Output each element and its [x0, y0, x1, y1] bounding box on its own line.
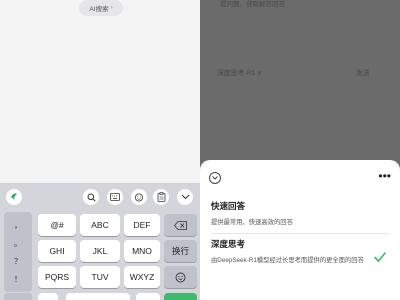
key-abc[interactable]: ABC: [80, 214, 120, 236]
key-pqrs[interactable]: PQRS: [38, 266, 76, 288]
dimmed-input-text: 提问题、获取解答回答: [220, 1, 285, 8]
t9-keyboard: ， 。 ？ ！ @# ABC DEF GHI JKL MNO 换行 PQRS T…: [0, 210, 200, 300]
more-options-icon[interactable]: •••: [378, 170, 391, 182]
mode-bottom-sheet: ••• 快速回答 提供最常用、快速高效的回答 深度思考 由DeepSeek-R1…: [200, 160, 400, 300]
keyboard-icon[interactable]: [107, 189, 123, 205]
key-tuv[interactable]: TUV: [80, 266, 120, 288]
key-mno[interactable]: MNO: [124, 240, 160, 262]
selected-check-icon: [373, 250, 387, 263]
punct-period[interactable]: 。: [14, 238, 22, 249]
punct-comma[interactable]: ，: [14, 220, 22, 231]
option-description: 由DeepSeek-R1模型经过长思考而提供的更全面的回答: [211, 257, 364, 264]
emoji-key[interactable]: [164, 266, 197, 288]
bottom-key-partial[interactable]: [4, 293, 32, 300]
option-fast-answer[interactable]: 快速回答 提供最常用、快速高效的回答: [211, 200, 391, 226]
option-description: 提供最常用、快速高效的回答: [211, 219, 293, 226]
option-title: 快速回答: [211, 201, 246, 211]
key-ghi[interactable]: GHI: [38, 240, 76, 262]
ai-search-label: AI搜索: [89, 6, 109, 13]
bottom-key-partial[interactable]: [38, 293, 58, 300]
punctuation-column[interactable]: ， 。 ？ ！: [4, 212, 32, 292]
punct-question[interactable]: ？: [14, 256, 22, 267]
line-break-key[interactable]: 换行: [164, 240, 197, 262]
space-key[interactable]: [66, 293, 130, 300]
chevron-down-icon[interactable]: [177, 189, 193, 205]
backspace-key[interactable]: [164, 214, 197, 236]
punct-exclaim[interactable]: ！: [14, 274, 22, 285]
option-divider: [211, 233, 389, 234]
emoji-face-icon[interactable]: [131, 189, 147, 205]
dimmed-model-selector: 深度思考-R1 ∨: [217, 70, 263, 77]
dimmed-send-label: 发送: [356, 70, 370, 77]
key-symbols[interactable]: @#: [38, 214, 76, 236]
left-pane: AI搜索 › ， 。 ？ ！ @# ABC DEF GHI JKL MNO 换行…: [0, 0, 200, 300]
key-jkl[interactable]: JKL: [80, 240, 120, 262]
key-wxyz[interactable]: WXYZ: [124, 266, 160, 288]
key-def[interactable]: DEF: [124, 214, 160, 236]
bottom-key-partial[interactable]: [136, 293, 160, 300]
chevron-right-icon: ›: [110, 5, 113, 11]
search-icon[interactable]: [83, 189, 99, 205]
keyboard-brand-logo-icon[interactable]: [6, 189, 22, 205]
option-deep-thinking[interactable]: 深度思考 由DeepSeek-R1模型经过长思考而提供的更全面的回答: [211, 238, 381, 264]
right-pane: 提问题、获取解答回答 深度思考-R1 ∨ 发送 ••• 快速回答 提供最常用、快…: [200, 0, 400, 300]
collapse-chevron-icon[interactable]: [209, 172, 221, 184]
clipboard-icon[interactable]: [153, 189, 169, 205]
option-title: 深度思考: [211, 239, 246, 249]
ai-search-chip[interactable]: AI搜索 ›: [79, 0, 123, 16]
send-key[interactable]: [164, 293, 197, 300]
keyboard-toolbar: [0, 183, 200, 210]
